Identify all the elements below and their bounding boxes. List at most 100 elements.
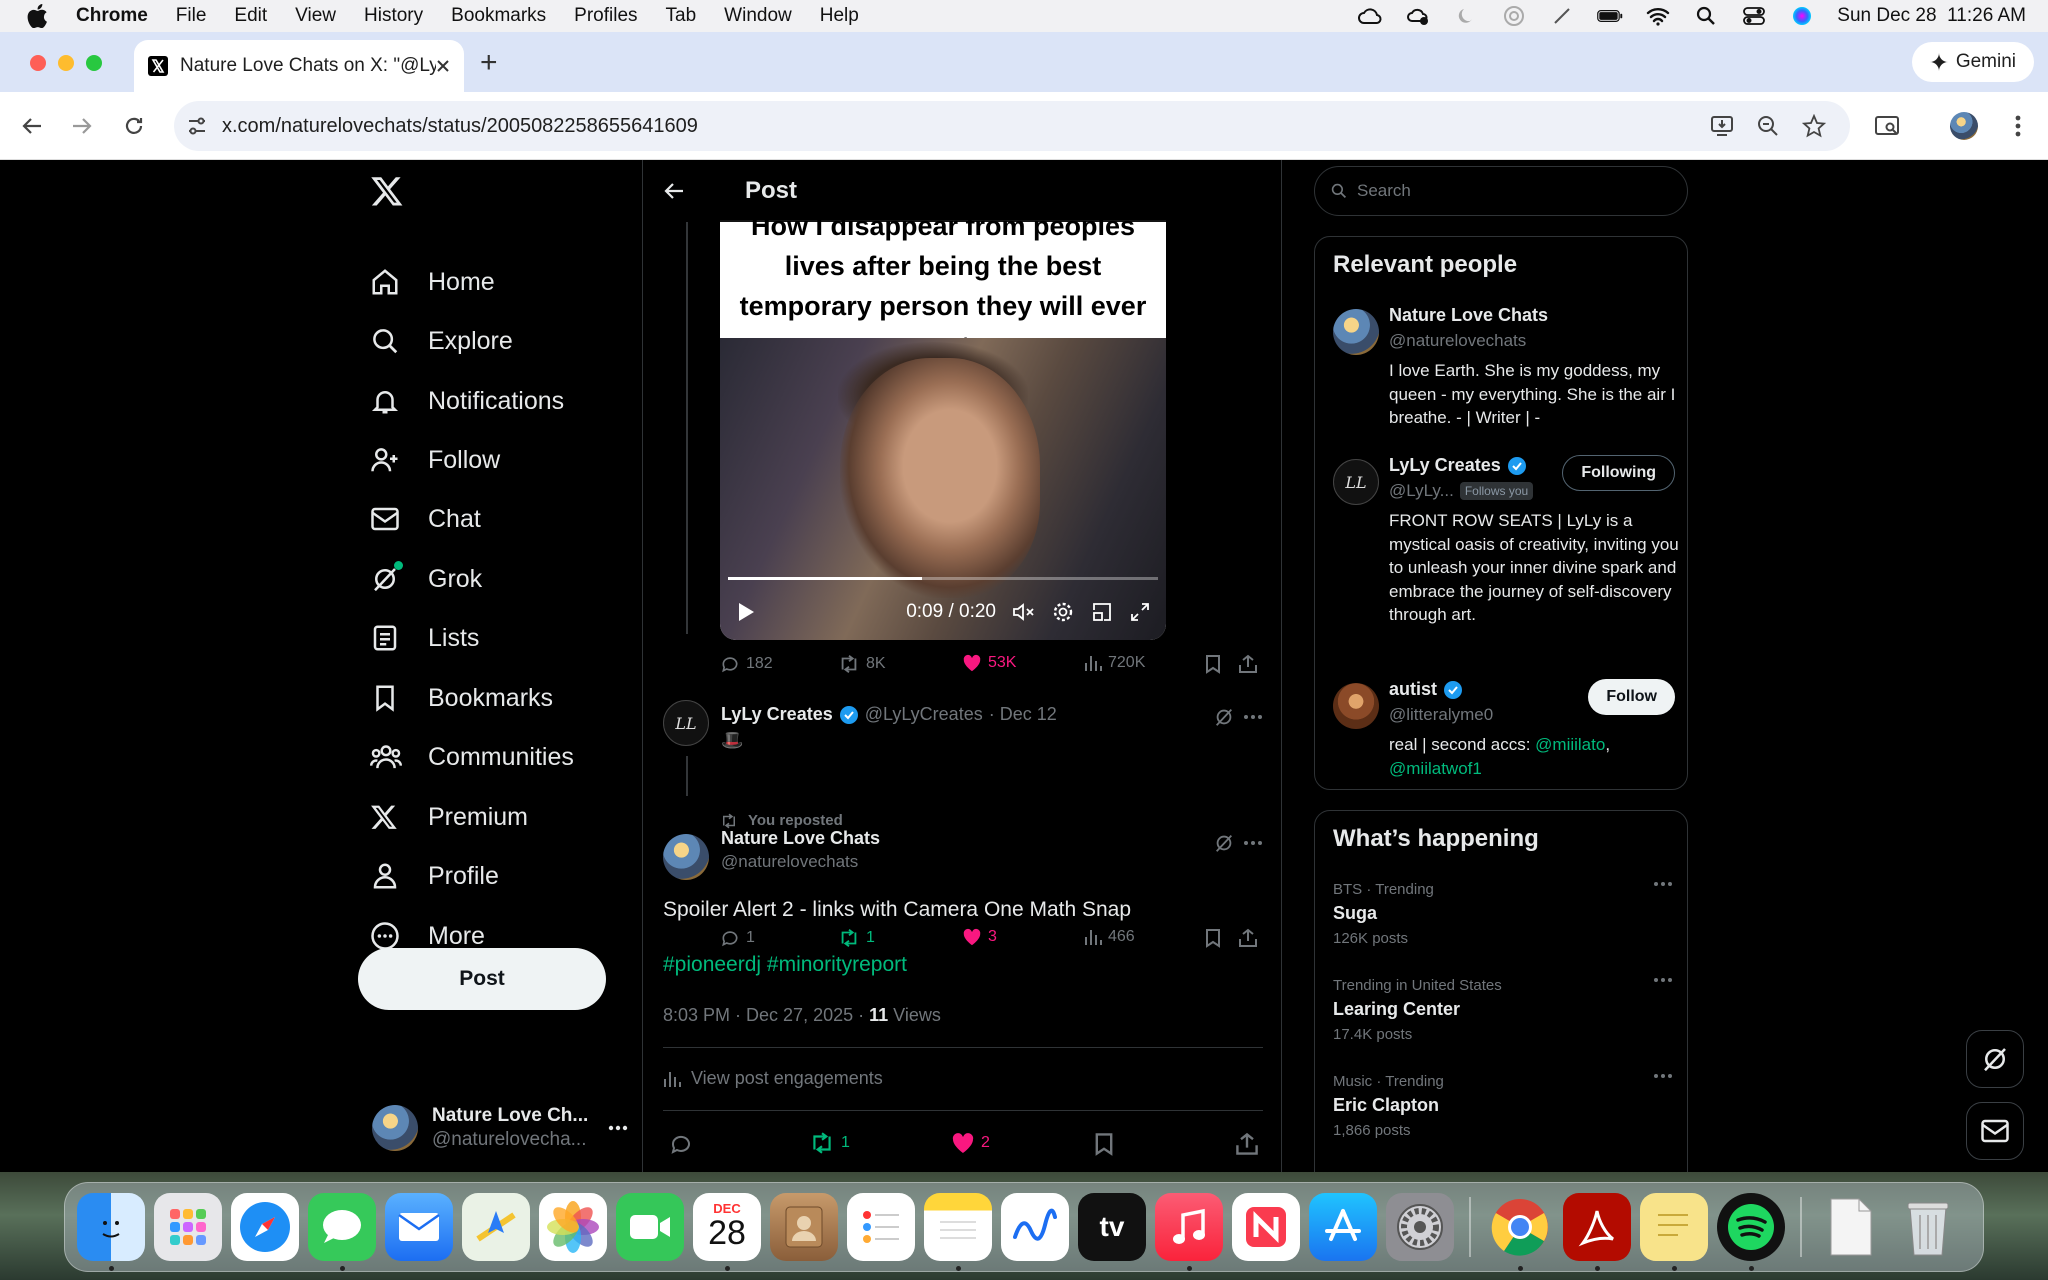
nav-home[interactable]: Home [358, 254, 495, 310]
views-button[interactable]: 720K [1084, 654, 1145, 672]
wifi-icon[interactable] [1645, 5, 1671, 27]
search-input[interactable]: Search [1314, 166, 1688, 216]
calendar-icon[interactable]: DEC 28 [693, 1193, 761, 1271]
main-post-author-name[interactable]: Nature Love Chats [721, 828, 880, 849]
nav-grok[interactable]: Grok [358, 551, 482, 607]
moon-icon[interactable] [1453, 5, 1479, 27]
avatar[interactable] [1333, 309, 1379, 355]
bookmark-button[interactable] [1204, 654, 1222, 674]
window-zoom-button[interactable] [86, 55, 102, 71]
back-arrow-icon[interactable] [663, 180, 703, 202]
video-player[interactable]: How I disappear from peoples lives after… [720, 220, 1166, 640]
nav-profile[interactable]: Profile [358, 848, 499, 904]
menu-profiles[interactable]: Profiles [574, 5, 637, 27]
facetime-icon[interactable] [616, 1193, 684, 1261]
bio-link[interactable]: @miilatwof1 [1389, 759, 1482, 778]
chrome-icon[interactable] [1486, 1193, 1554, 1271]
launchpad-icon[interactable] [154, 1193, 222, 1261]
reload-icon[interactable] [120, 112, 148, 140]
nav-explore[interactable]: Explore [358, 313, 513, 369]
reply-author-handle[interactable]: @LyLyCreates [865, 704, 983, 725]
back-arrow-icon[interactable] [18, 112, 46, 140]
avatar[interactable]: LL [1333, 459, 1379, 505]
pen-icon[interactable] [1549, 5, 1575, 27]
mail-icon[interactable] [385, 1193, 453, 1261]
repost-button[interactable]: 1 [809, 1132, 850, 1154]
like-button[interactable]: 2 [951, 1132, 990, 1154]
menu-app-name[interactable]: Chrome [76, 5, 148, 27]
person-item[interactable]: LL LyLy Creates @LyLy... Follows you Foll… [1333, 455, 1679, 655]
grok-float-button[interactable] [1966, 1030, 2024, 1088]
avatar[interactable]: LL [663, 700, 709, 746]
hashtag-links[interactable]: #pioneerdj #minorityreport [663, 953, 907, 976]
spotlight-search-icon[interactable] [1693, 5, 1719, 27]
tab-close-icon[interactable] [436, 59, 450, 73]
notes-icon[interactable] [924, 1193, 992, 1271]
address-bar[interactable]: x.com/naturelovechats/status/20050822586… [174, 101, 1850, 151]
more-dots-icon[interactable] [1243, 714, 1263, 720]
airdrop-icon[interactable] [1501, 5, 1527, 27]
trend-item[interactable]: Trending in United States Learing Center… [1333, 977, 1673, 1043]
mute-icon[interactable] [1012, 601, 1036, 623]
main-post-author-handle[interactable]: @naturelovechats [721, 852, 858, 872]
person-handle[interactable]: @litteralyme0 [1389, 705, 1493, 725]
reply-button[interactable]: 1 [720, 928, 755, 948]
menu-file[interactable]: File [176, 5, 207, 27]
view-engagements-link[interactable]: View post engagements [663, 1068, 883, 1089]
share-button[interactable] [1235, 1132, 1259, 1156]
finder-icon[interactable] [77, 1193, 145, 1271]
trash-icon[interactable] [1894, 1193, 1962, 1261]
tab-search-icon[interactable] [1874, 112, 1902, 140]
menu-bookmarks[interactable]: Bookmarks [451, 5, 546, 27]
reply-date[interactable]: · Dec 12 [989, 704, 1057, 725]
person-name[interactable]: autist [1389, 679, 1437, 700]
like-button[interactable]: 53K [962, 654, 1016, 672]
zoom-icon[interactable] [1756, 114, 1780, 138]
messages-icon[interactable] [308, 1193, 376, 1271]
person-handle[interactable]: @LyLy... [1389, 481, 1454, 501]
more-dots-icon[interactable] [1243, 840, 1263, 846]
video-progress-bar[interactable] [728, 577, 1158, 580]
menu-help[interactable]: Help [820, 5, 859, 27]
nav-lists[interactable]: Lists [358, 610, 479, 666]
nav-communities[interactable]: Communities [358, 729, 574, 785]
stickies-icon[interactable] [1640, 1193, 1708, 1271]
x-logo-icon[interactable] [370, 174, 404, 208]
photos-icon[interactable] [539, 1193, 607, 1261]
menu-history[interactable]: History [364, 5, 423, 27]
new-tab-button[interactable]: + [480, 46, 498, 80]
app-store-icon[interactable] [1309, 1193, 1377, 1261]
account-switcher[interactable]: Nature Love Ch... @naturelovecha... [372, 1098, 642, 1158]
music-icon[interactable] [1155, 1193, 1223, 1271]
spotify-icon[interactable] [1717, 1193, 1785, 1271]
control-center-icon[interactable] [1741, 5, 1767, 27]
bio-link[interactable]: @miiilato [1535, 735, 1605, 754]
follow-button[interactable]: Follow [1588, 679, 1675, 715]
fullscreen-icon[interactable] [1130, 602, 1150, 622]
share-button[interactable] [1238, 928, 1258, 948]
nav-premium[interactable]: Premium [358, 789, 528, 845]
repost-button[interactable]: 8K [838, 654, 886, 674]
bookmark-button[interactable] [1093, 1132, 1115, 1156]
news-icon[interactable] [1232, 1193, 1300, 1261]
install-app-icon[interactable] [1710, 114, 1734, 138]
cloud-sync-icon[interactable] [1405, 5, 1431, 27]
nav-follow[interactable]: Follow [358, 432, 500, 488]
like-button[interactable]: 3 [962, 928, 997, 946]
avatar[interactable] [663, 834, 709, 880]
contacts-icon[interactable] [770, 1193, 838, 1261]
nav-bookmarks[interactable]: Bookmarks [358, 670, 553, 726]
trend-item[interactable]: Music · Trending Eric Clapton 1,866 post… [1333, 1073, 1673, 1139]
play-icon[interactable] [736, 601, 756, 623]
share-button[interactable] [1238, 654, 1258, 674]
grok-icon[interactable] [1213, 706, 1235, 728]
apple-logo-icon[interactable] [26, 4, 54, 28]
chrome-menu-icon[interactable] [2004, 112, 2032, 140]
forward-arrow-icon[interactable] [68, 112, 96, 140]
person-item[interactable]: Nature Love Chats @naturelovechats I lov… [1333, 305, 1675, 435]
nav-chat[interactable]: Chat [358, 491, 481, 547]
menu-tab[interactable]: Tab [666, 5, 697, 27]
following-button[interactable]: Following [1562, 455, 1675, 491]
reminders-icon[interactable] [847, 1193, 915, 1261]
views-button[interactable]: 466 [1084, 928, 1135, 946]
